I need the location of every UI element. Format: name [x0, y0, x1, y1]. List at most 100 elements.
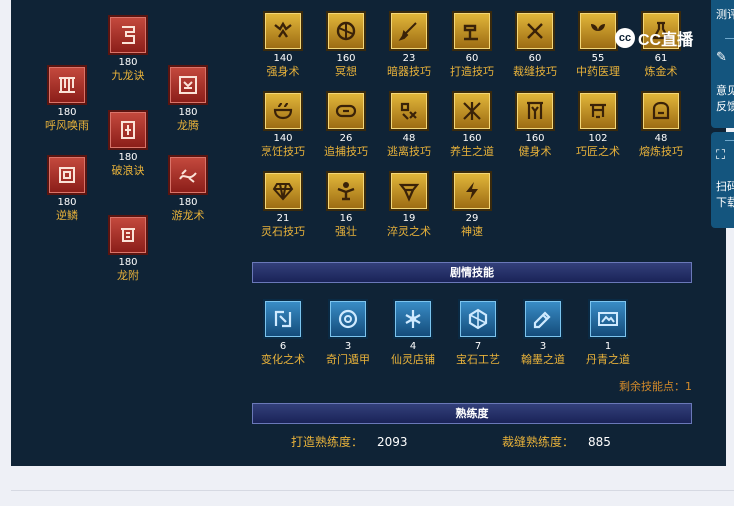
skill-cuilingzhishu[interactable]: 19 淬灵之术	[377, 171, 441, 239]
skill-level: 180	[118, 257, 138, 268]
skill-level: 48	[402, 133, 416, 144]
dragon-attach-icon	[108, 215, 148, 255]
skill-bianhuazhishu[interactable]: 6 变化之术	[251, 299, 315, 367]
skill-qimendunjia[interactable]: 3 奇门遁甲	[316, 299, 380, 367]
skill-mingxiang[interactable]: 160 冥想	[314, 11, 378, 79]
skill-level: 6	[279, 341, 287, 352]
skill-yangshengzhidao[interactable]: 160 养生之道	[440, 91, 504, 159]
skill-shensu[interactable]: 29 神速	[440, 171, 504, 239]
skill-name: 健身术	[518, 145, 552, 158]
skill-caifengjiqiao[interactable]: 60 裁缝技巧	[503, 11, 567, 79]
skill-level: 160	[336, 53, 356, 64]
sidebar-item-feedback-2[interactable]: 反馈	[716, 98, 734, 114]
skill-qiangshenshu[interactable]: 140 强身术	[251, 11, 315, 79]
skill-anqijiqiao[interactable]: 23 暗器技巧	[377, 11, 441, 79]
skill-qiaojiangzhishu[interactable]: 102 巧匠之术	[566, 91, 630, 159]
remaining-skill-points: 剩余技能点：1	[619, 380, 692, 393]
skill-name: 游龙术	[171, 209, 205, 222]
rain-icon	[47, 65, 87, 105]
skill-hufenghuanyu[interactable]: 180 呼风唤雨	[35, 65, 99, 133]
craftsman-icon	[578, 91, 618, 131]
skill-jiulongjue[interactable]: 180 九龙诀	[96, 15, 160, 83]
skill-dazaojiqiao[interactable]: 60 打造技巧	[440, 11, 504, 79]
escape-icon	[389, 91, 429, 131]
skill-level: 3	[344, 341, 352, 352]
skill-name: 变化之术	[261, 353, 305, 366]
smelt-icon	[641, 91, 681, 131]
skill-level: 1	[604, 341, 612, 352]
meditate-icon	[326, 11, 366, 51]
skill-level: 160	[525, 133, 545, 144]
shop-icon	[393, 299, 433, 339]
skill-name: 仙灵店铺	[391, 353, 435, 366]
qr-code-icon[interactable]: ⛶	[716, 148, 725, 163]
skill-level: 29	[465, 213, 479, 224]
edit-icon[interactable]: ✎	[716, 50, 727, 65]
dart-icon	[389, 11, 429, 51]
skill-hanmozhidao[interactable]: 3 翰墨之道	[511, 299, 575, 367]
skill-polangjue[interactable]: 180 破浪诀	[96, 110, 160, 178]
sidebar-item-scan[interactable]: 扫码	[716, 178, 734, 194]
skill-lingshijiqiao[interactable]: 21 灵石技巧	[251, 171, 315, 239]
sidebar-item-feedback[interactable]: 意见	[716, 82, 734, 98]
skill-name: 烹饪技巧	[261, 145, 305, 158]
skill-name: 养生之道	[450, 145, 494, 158]
skill-name: 打造技巧	[450, 65, 494, 78]
proficiency-value: 2093	[377, 435, 408, 449]
gem-icon	[263, 171, 303, 211]
cooking-icon	[263, 91, 303, 131]
skill-level: 26	[339, 133, 353, 144]
skill-baoshigongyi[interactable]: 7 宝石工艺	[446, 299, 510, 367]
floating-sidebar-top[interactable]: 测评 ✎ 意见 反馈	[711, 0, 734, 128]
skill-level: 4	[409, 341, 417, 352]
hammer-icon	[452, 11, 492, 51]
skill-level: 140	[273, 133, 293, 144]
divider	[11, 490, 734, 491]
muscle-icon	[326, 171, 366, 211]
skill-danqingzhidao[interactable]: 1 丹青之道	[576, 299, 640, 367]
skill-level: 180	[57, 197, 77, 208]
skill-name: 暗器技巧	[387, 65, 431, 78]
skill-level: 3	[539, 341, 547, 352]
skill-level: 102	[588, 133, 608, 144]
skill-level: 19	[402, 213, 416, 224]
skill-name: 追捕技巧	[324, 145, 368, 158]
sidebar-item-download[interactable]: 下载	[716, 194, 734, 210]
skill-name: 强壮	[335, 225, 357, 238]
skill-ronglianjiqiao[interactable]: 48 熔炼技巧	[629, 91, 693, 159]
skill-jianshenshu[interactable]: 160 健身术	[503, 91, 567, 159]
skill-nilin[interactable]: 180 逆鳞	[35, 155, 99, 223]
cc-live-logo: cc CC直播	[615, 26, 693, 50]
health-icon	[452, 91, 492, 131]
scissors-icon	[515, 11, 555, 51]
skill-level: 180	[118, 57, 138, 68]
logo-text: CC直播	[638, 32, 694, 49]
sidebar-item-review[interactable]: 测评	[716, 6, 734, 22]
proficiency-header: 熟练度	[252, 403, 692, 424]
skill-youlongshu[interactable]: 180 游龙术	[156, 155, 220, 223]
plot-skills-header: 剧情技能	[252, 262, 692, 283]
jewel-icon	[458, 299, 498, 339]
skill-name: 强身术	[266, 65, 300, 78]
skill-name: 龙腾	[177, 119, 199, 132]
skill-longteng[interactable]: 180 龙腾	[156, 65, 220, 133]
skill-longfu[interactable]: 180 龙附	[96, 215, 160, 283]
skill-zhuibujiqiao[interactable]: 26 追捕技巧	[314, 91, 378, 159]
skill-level: 7	[474, 341, 482, 352]
dragon-rise-icon	[168, 65, 208, 105]
chase-icon	[326, 91, 366, 131]
strength-icon	[263, 11, 303, 51]
skill-name: 中药医理	[576, 65, 620, 78]
skill-level: 16	[339, 213, 353, 224]
skill-level: 61	[654, 53, 668, 64]
skill-level: 140	[273, 53, 293, 64]
divider	[725, 140, 734, 141]
skill-pengrenjiqiao[interactable]: 140 烹饪技巧	[251, 91, 315, 159]
skill-name: 淬灵之术	[387, 225, 431, 238]
skill-qiangzhuang[interactable]: 16 强壮	[314, 171, 378, 239]
floating-sidebar-bottom[interactable]: ⛶ 扫码 下载	[711, 132, 734, 228]
skill-name: 灵石技巧	[261, 225, 305, 238]
skill-xianlingdianpu[interactable]: 4 仙灵店铺	[381, 299, 445, 367]
ink-icon	[523, 299, 563, 339]
skill-taolijiqiao[interactable]: 48 逃离技巧	[377, 91, 441, 159]
